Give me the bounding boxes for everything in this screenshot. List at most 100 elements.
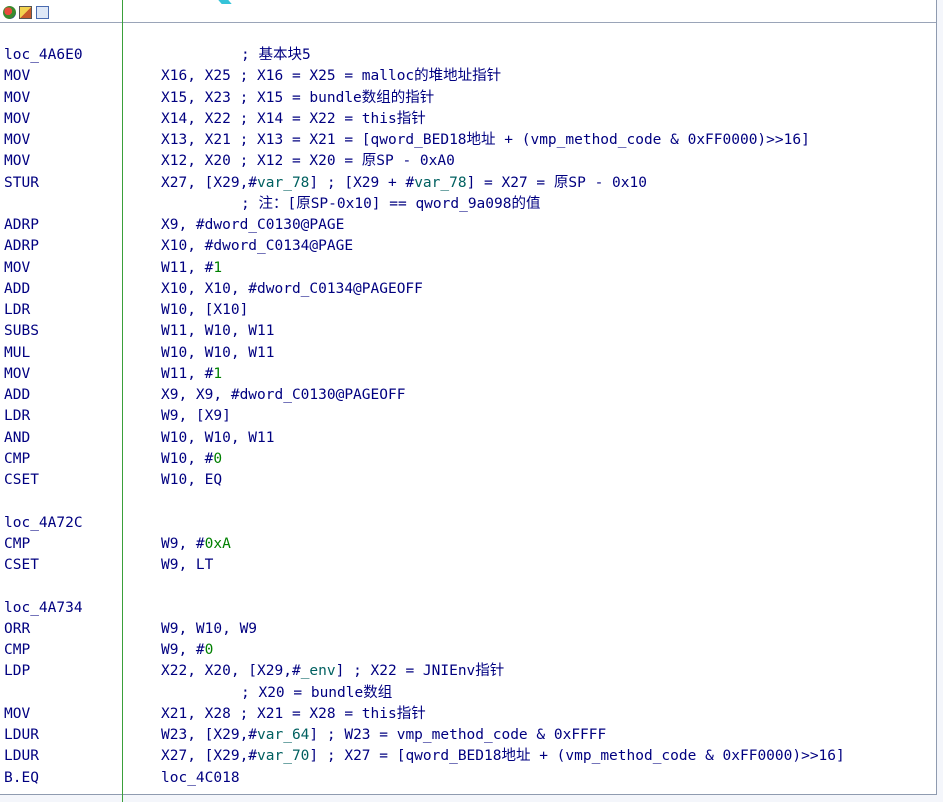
instruction-row[interactable]: LDUR X27, [X29,#var_70] ; X27 = [qword_BE… xyxy=(0,746,936,767)
instruction-row[interactable]: STUR X27, [X29,#var_78] ; [X29 + #var_78]… xyxy=(0,173,936,194)
code-label-row[interactable]: loc_4A6E0 ; 基本块5 xyxy=(0,45,936,66)
stack-variable[interactable]: var_70 xyxy=(257,748,309,764)
operands[interactable]: X12, X20 ; X12 = X20 = 原SP - 0xA0 xyxy=(161,151,455,172)
mnemonic[interactable]: MOV xyxy=(4,364,30,385)
instruction-row[interactable]: MOV X21, X28 ; X21 = X28 = this指针 xyxy=(0,704,936,725)
operands[interactable]: X16, X25 ; X16 = X25 = malloc的堆地址指针 xyxy=(161,66,501,87)
mnemonic[interactable]: MOV xyxy=(4,704,30,725)
instruction-row[interactable]: LDUR W23, [X29,#var_64] ; W23 = vmp_metho… xyxy=(0,725,936,746)
operands[interactable]: X22, X20, [X29,#_env] ; X22 = JNIEnv指针 xyxy=(161,661,504,682)
mnemonic[interactable]: MOV xyxy=(4,151,30,172)
instruction-row[interactable]: ORR W9, W10, W9 xyxy=(0,619,936,640)
mnemonic[interactable]: MOV xyxy=(4,88,30,109)
instruction-row[interactable]: CMP W9, #0 xyxy=(0,640,936,661)
operands[interactable]: loc_4C018 xyxy=(161,768,240,789)
mnemonic[interactable]: LDUR xyxy=(4,725,39,746)
mnemonic[interactable]: CMP xyxy=(4,534,30,555)
instruction-row[interactable]: LDP X22, X20, [X29,#_env] ; X22 = JNIEnv指… xyxy=(0,661,936,682)
operands[interactable]: X21, X28 ; X21 = X28 = this指针 xyxy=(161,704,426,725)
mnemonic[interactable]: LDR xyxy=(4,406,30,427)
code-label-row[interactable]: loc_4A734 xyxy=(0,598,936,619)
graph-view-icon[interactable] xyxy=(3,6,16,19)
operands[interactable]: W23, [X29,#var_64] ; W23 = vmp_method_co… xyxy=(161,725,606,746)
operands[interactable]: X27, [X29,#var_70] ; X27 = [qword_BED18地… xyxy=(161,746,845,767)
stack-variable[interactable]: var_78 xyxy=(257,175,309,191)
operands[interactable]: W10, W10, W11 xyxy=(161,343,275,364)
stack-variable[interactable]: var_78 xyxy=(414,175,466,191)
location-label[interactable]: loc_4A734 xyxy=(4,598,83,619)
instruction-row[interactable]: MOV W11, #1 xyxy=(0,258,936,279)
stack-variable[interactable]: var_64 xyxy=(257,727,309,743)
operands[interactable]: W9, W10, W9 xyxy=(161,619,257,640)
operands[interactable]: X10, #dword_C0134@PAGE xyxy=(161,236,353,257)
instruction-row[interactable]: MUL W10, W10, W11 xyxy=(0,343,936,364)
code-label-row[interactable]: loc_4A72C xyxy=(0,513,936,534)
instruction-row[interactable]: ADD X10, X10, #dword_C0134@PAGEOFF xyxy=(0,279,936,300)
mnemonic[interactable]: CMP xyxy=(4,449,30,470)
operands[interactable]: W11, #1 xyxy=(161,258,222,279)
mnemonic[interactable]: B.EQ xyxy=(4,768,39,789)
mnemonic[interactable]: CMP xyxy=(4,640,30,661)
mnemonic[interactable]: LDR xyxy=(4,300,30,321)
operands[interactable]: W11, W10, W11 xyxy=(161,321,275,342)
mnemonic[interactable]: MOV xyxy=(4,66,30,87)
operands[interactable]: X9, X9, #dword_C0130@PAGEOFF xyxy=(161,385,405,406)
instruction-row[interactable]: MOV X14, X22 ; X14 = X22 = this指针 xyxy=(0,109,936,130)
instruction-row[interactable]: ADRP X10, #dword_C0134@PAGE xyxy=(0,236,936,257)
instruction-row[interactable]: MOV X12, X20 ; X12 = X20 = 原SP - 0xA0 xyxy=(0,151,936,172)
instruction-row[interactable]: CMP W9, #0xA xyxy=(0,534,936,555)
mnemonic[interactable]: LDUR xyxy=(4,746,39,767)
operands[interactable]: X15, X23 ; X15 = bundle数组的指针 xyxy=(161,88,434,109)
instruction-row[interactable]: MOV X13, X21 ; X13 = X21 = [qword_BED18地址… xyxy=(0,130,936,151)
mnemonic[interactable]: MOV xyxy=(4,130,30,151)
operands[interactable]: X10, X10, #dword_C0134@PAGEOFF xyxy=(161,279,423,300)
instruction-row[interactable]: ADRP X9, #dword_C0130@PAGE xyxy=(0,215,936,236)
operands[interactable]: W9, LT xyxy=(161,555,213,576)
mnemonic[interactable]: CSET xyxy=(4,555,39,576)
operands[interactable]: W9, #0xA xyxy=(161,534,231,555)
mnemonic[interactable]: MUL xyxy=(4,343,30,364)
operands[interactable]: X14, X22 ; X14 = X22 = this指针 xyxy=(161,109,426,130)
mnemonic[interactable]: MOV xyxy=(4,109,30,130)
operands[interactable]: W10, #0 xyxy=(161,449,222,470)
mnemonic[interactable]: LDP xyxy=(4,661,30,682)
mnemonic[interactable]: ADD xyxy=(4,385,30,406)
location-label[interactable]: loc_4A72C xyxy=(4,513,83,534)
instruction-row[interactable]: SUBS W11, W10, W11 xyxy=(0,321,936,342)
comment-row[interactable]: ; X20 = bundle数组 xyxy=(0,683,936,704)
mnemonic[interactable]: ADRP xyxy=(4,236,39,257)
operands[interactable]: X13, X21 ; X13 = X21 = [qword_BED18地址 + … xyxy=(161,130,810,151)
operands[interactable]: W9, [X9] xyxy=(161,406,231,427)
instruction-row[interactable]: CMP W10, #0 xyxy=(0,449,936,470)
instruction-row[interactable]: B.EQ loc_4C018 xyxy=(0,768,936,789)
operands[interactable]: W9, #0 xyxy=(161,640,213,661)
instruction-row[interactable]: LDR W9, [X9] xyxy=(0,406,936,427)
mnemonic[interactable]: ADD xyxy=(4,279,30,300)
operands[interactable]: X27, [X29,#var_78] ; [X29 + #var_78] = X… xyxy=(161,173,647,194)
mnemonic[interactable]: STUR xyxy=(4,173,39,194)
instruction-row[interactable]: MOV X15, X23 ; X15 = bundle数组的指针 xyxy=(0,88,936,109)
mnemonic[interactable]: AND xyxy=(4,428,30,449)
operands[interactable]: W10, EQ xyxy=(161,470,222,491)
mnemonic[interactable]: CSET xyxy=(4,470,39,491)
operands[interactable]: X9, #dword_C0130@PAGE xyxy=(161,215,344,236)
stack-variable[interactable]: _env xyxy=(301,663,336,679)
operands[interactable]: W10, W10, W11 xyxy=(161,428,275,449)
instruction-row[interactable]: CSET W9, LT xyxy=(0,555,936,576)
save-view-icon[interactable] xyxy=(36,6,49,19)
comment-row[interactable]: ; 注：[原SP-0x10] == qword_9a098的值 xyxy=(0,194,936,215)
mnemonic[interactable]: MOV xyxy=(4,258,30,279)
instruction-row[interactable]: ADD X9, X9, #dword_C0130@PAGEOFF xyxy=(0,385,936,406)
instruction-row[interactable]: CSET W10, EQ xyxy=(0,470,936,491)
instruction-row[interactable]: LDR W10, [X10] xyxy=(0,300,936,321)
instruction-row[interactable]: AND W10, W10, W11 xyxy=(0,428,936,449)
operands[interactable]: W10, [X10] xyxy=(161,300,248,321)
mnemonic[interactable]: SUBS xyxy=(4,321,39,342)
mnemonic[interactable]: ORR xyxy=(4,619,30,640)
mnemonic[interactable]: ADRP xyxy=(4,215,39,236)
operands[interactable]: W11, #1 xyxy=(161,364,222,385)
location-label[interactable]: loc_4A6E0 xyxy=(4,45,83,66)
instruction-row[interactable]: MOV X16, X25 ; X16 = X25 = malloc的堆地址指针 xyxy=(0,66,936,87)
edit-icon[interactable] xyxy=(19,6,32,19)
instruction-row[interactable]: MOV W11, #1 xyxy=(0,364,936,385)
